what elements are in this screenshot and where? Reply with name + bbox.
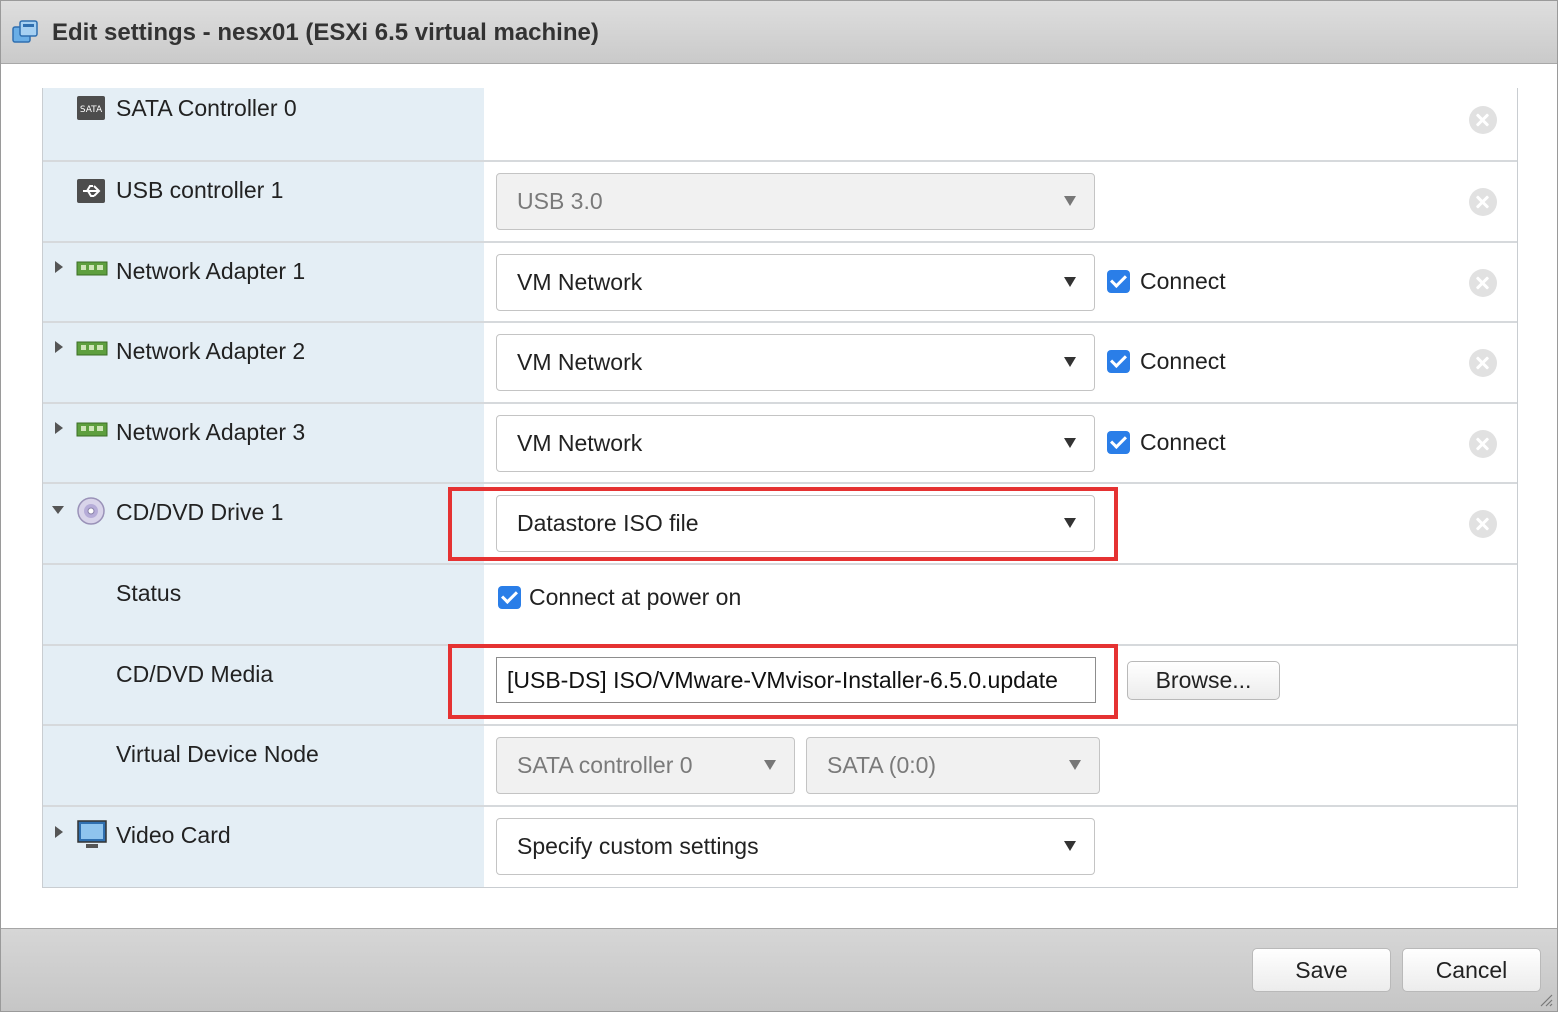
device-row-usb-controller: USB controller 1 USB 3.0 — [43, 162, 1517, 243]
monitor-icon — [77, 820, 107, 848]
sata-controller-label: SATA Controller 0 — [116, 95, 297, 121]
virtual-device-node-label: Virtual Device Node — [116, 741, 319, 767]
network-card-icon — [76, 261, 108, 276]
device-row-network-adapter-2: Network Adapter 2 VM Network Connect — [43, 323, 1517, 404]
video-card-label: Video Card — [116, 822, 231, 848]
chevron-down-icon — [1064, 438, 1076, 448]
expand-arrow-icon[interactable] — [55, 422, 63, 434]
connect-at-power-on-checkbox[interactable] — [498, 586, 521, 609]
sata-icon: SATA — [77, 96, 105, 120]
cd-dvd-drive-label: CD/DVD Drive 1 — [116, 499, 284, 525]
dialog-title: Edit settings - nesx01 (ESXi 6.5 virtual… — [52, 19, 599, 46]
dialog-footer: Save Cancel — [1, 928, 1557, 1011]
usb-icon — [77, 179, 105, 203]
usb-version-value: USB 3.0 — [517, 188, 603, 214]
collapse-arrow-icon[interactable] — [52, 506, 64, 514]
svg-text:SATA: SATA — [80, 105, 103, 115]
expand-arrow-icon[interactable] — [55, 826, 63, 838]
network-adapter-3-label: Network Adapter 3 — [116, 419, 306, 445]
video-card-settings-value: Specify custom settings — [517, 833, 759, 859]
device-node-controller-select[interactable]: SATA controller 0 — [496, 737, 795, 794]
chevron-down-icon — [1064, 196, 1076, 206]
title-bar: Edit settings - nesx01 (ESXi 6.5 virtual… — [1, 1, 1557, 64]
network-card-icon — [76, 341, 108, 356]
chevron-down-icon — [764, 760, 776, 770]
video-card-settings-select[interactable]: Specify custom settings — [496, 818, 1095, 875]
network-adapter-3-connect-checkbox[interactable] — [1107, 431, 1130, 454]
remove-cd-dvd-drive-icon[interactable] — [1469, 510, 1497, 538]
network-adapter-3-select[interactable]: VM Network — [496, 415, 1095, 472]
network-adapter-2-value: VM Network — [517, 349, 643, 375]
cd-dvd-status-label: Status — [116, 580, 182, 606]
remove-network-adapter-2-icon[interactable] — [1469, 349, 1497, 377]
remove-usb-controller-icon[interactable] — [1469, 188, 1497, 216]
highlight-box-drive-type — [448, 487, 1118, 561]
expand-arrow-icon[interactable] — [55, 341, 63, 353]
cancel-button[interactable]: Cancel — [1402, 948, 1541, 992]
remove-network-adapter-1-icon[interactable] — [1469, 269, 1497, 297]
network-adapter-3-connect-label[interactable]: Connect — [1140, 429, 1226, 456]
usb-controller-label: USB controller 1 — [116, 177, 284, 203]
network-adapter-3-value: VM Network — [517, 430, 643, 456]
device-row-network-adapter-3: Network Adapter 3 VM Network Connect — [43, 404, 1517, 484]
remove-sata-controller-icon[interactable] — [1469, 106, 1497, 134]
usb-version-select[interactable]: USB 3.0 — [496, 173, 1095, 230]
chevron-down-icon — [1064, 841, 1076, 851]
network-adapter-2-label: Network Adapter 2 — [116, 338, 306, 364]
network-adapter-1-connect-checkbox[interactable] — [1107, 270, 1130, 293]
device-node-port-select[interactable]: SATA (0:0) — [806, 737, 1100, 794]
highlight-box-media-path — [448, 644, 1118, 719]
resize-grip-icon[interactable] — [1539, 993, 1553, 1007]
virtual-device-node-row: Virtual Device Node SATA controller 0 SA… — [43, 726, 1517, 807]
expand-arrow-icon[interactable] — [55, 261, 63, 273]
cd-dvd-media-label: CD/DVD Media — [116, 661, 274, 687]
vm-settings-icon — [12, 20, 38, 43]
network-adapter-2-connect-label[interactable]: Connect — [1140, 348, 1226, 375]
network-card-icon — [76, 422, 108, 437]
chevron-down-icon — [1069, 760, 1081, 770]
network-adapter-2-connect-checkbox[interactable] — [1107, 350, 1130, 373]
device-row-network-adapter-1: Network Adapter 1 VM Network Connect — [43, 243, 1517, 323]
device-node-port-value: SATA (0:0) — [827, 752, 937, 778]
network-adapter-1-connect-label[interactable]: Connect — [1140, 268, 1226, 295]
remove-network-adapter-3-icon[interactable] — [1469, 430, 1497, 458]
device-node-controller-value: SATA controller 0 — [517, 752, 693, 778]
save-button[interactable]: Save — [1252, 948, 1391, 992]
connect-at-power-on-label[interactable]: Connect at power on — [529, 584, 741, 611]
browse-button[interactable]: Browse... — [1127, 661, 1280, 700]
device-row-sata-controller: SATA SATA Controller 0 — [43, 88, 1517, 162]
cd-disc-icon — [77, 497, 105, 525]
network-adapter-1-label: Network Adapter 1 — [116, 258, 306, 284]
device-row-video-card: Video Card Specify custom settings — [43, 807, 1517, 887]
cd-dvd-status-row: Status Connect at power on — [43, 565, 1517, 646]
network-adapter-2-select[interactable]: VM Network — [496, 334, 1095, 391]
chevron-down-icon — [1064, 357, 1076, 367]
network-adapter-1-value: VM Network — [517, 269, 643, 295]
chevron-down-icon — [1064, 277, 1076, 287]
network-adapter-1-select[interactable]: VM Network — [496, 254, 1095, 311]
edit-settings-dialog: Edit settings - nesx01 (ESXi 6.5 virtual… — [0, 0, 1558, 1012]
